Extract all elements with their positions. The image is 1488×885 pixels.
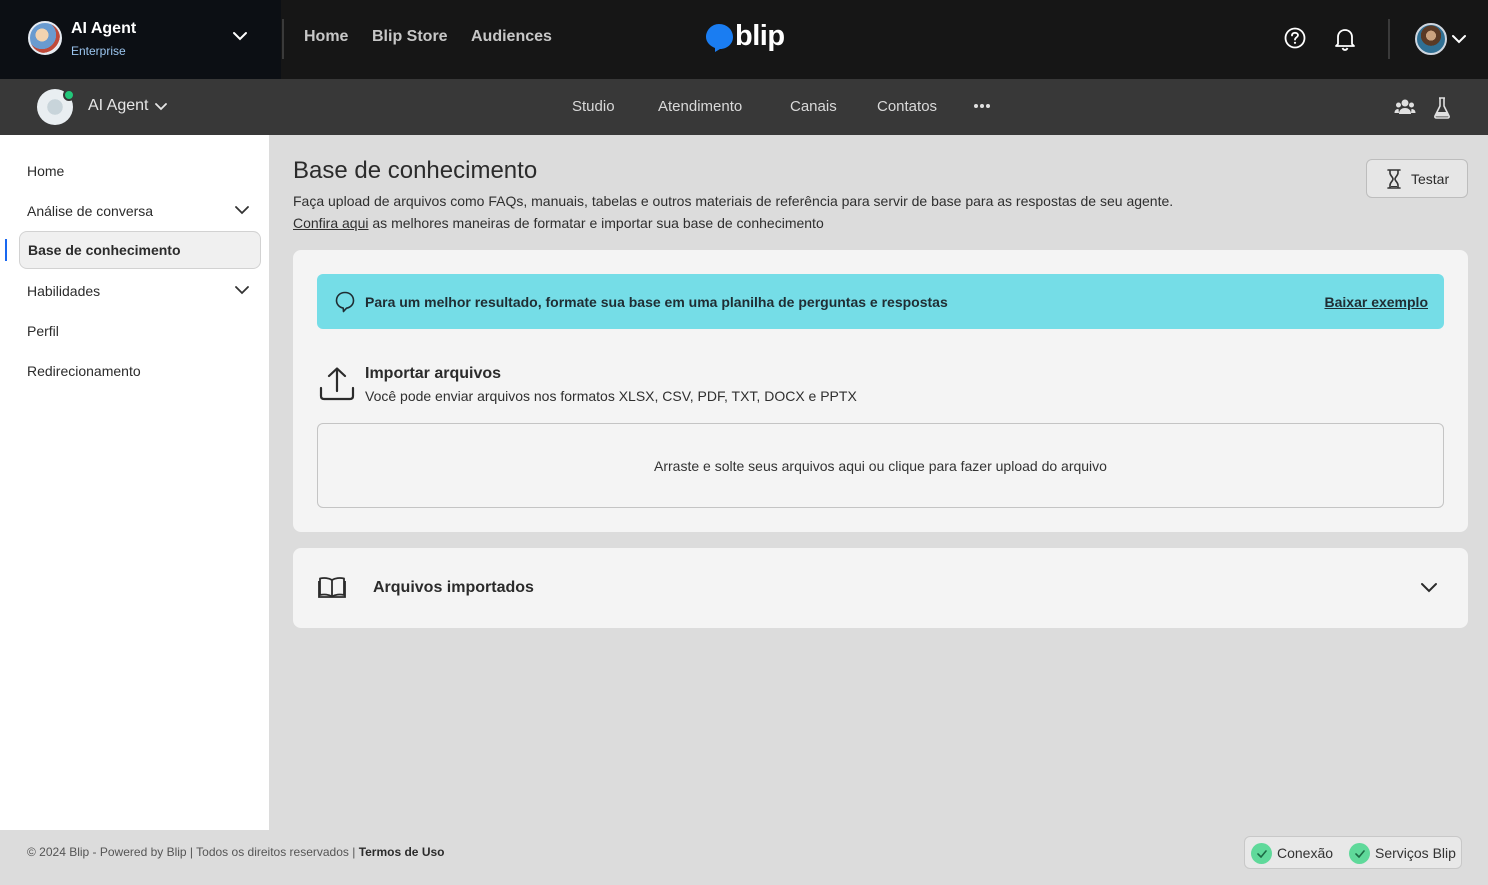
sidebar-item-label: Redirecionamento: [27, 363, 141, 379]
imported-files-accordion[interactable]: Arquivos importados: [293, 548, 1468, 628]
chevron-down-icon[interactable]: [155, 102, 167, 112]
sidebar-item-label: Base de conhecimento: [28, 242, 181, 258]
help-line-text: as melhores maneiras de formatar e impor…: [368, 215, 824, 231]
footer-copyright: © 2024 Blip - Powered by Blip | Todos os…: [27, 845, 445, 859]
sidebar-item-label: Home: [27, 163, 65, 179]
knowledge-upload-card: Para um melhor resultado, formate sua ba…: [293, 250, 1468, 532]
chevron-down-icon[interactable]: [1420, 580, 1438, 594]
nav-home[interactable]: Home: [304, 28, 348, 46]
page-description: Faça upload de arquivos como FAQs, manua…: [293, 193, 1174, 209]
top-bar: AI Agent Enterprise Home Blip Store Audi…: [0, 0, 1488, 79]
check-icon: [1349, 843, 1370, 864]
status-servicos-blip: Serviços Blip: [1375, 845, 1456, 861]
nav-blip-store[interactable]: Blip Store: [372, 28, 448, 46]
chevron-down-icon[interactable]: [232, 28, 248, 44]
nav-canais[interactable]: Canais: [790, 98, 837, 115]
help-icon[interactable]: [1284, 27, 1306, 49]
active-indicator: [5, 239, 7, 261]
chevron-down-icon[interactable]: [235, 205, 249, 215]
tip-banner: Para um melhor resultado, formate sua ba…: [317, 274, 1444, 329]
dropzone-text: Arraste e solte seus arquivos aqui ou cl…: [654, 457, 1107, 474]
check-icon: [1251, 843, 1272, 864]
test-button[interactable]: Testar: [1366, 159, 1468, 198]
sidebar: Home Análise de conversa Base de conheci…: [0, 135, 269, 830]
nav-contatos[interactable]: Contatos: [877, 98, 937, 115]
chat-bubble-icon: [335, 291, 355, 313]
sidebar-item-home[interactable]: Home: [19, 152, 261, 190]
divider: [1388, 19, 1390, 59]
page-title: Base de conhecimento: [293, 157, 538, 184]
service-status: Conexão Serviços Blip: [1244, 836, 1462, 869]
org-switcher[interactable]: AI Agent Enterprise: [0, 0, 281, 79]
imported-files-title: Arquivos importados: [373, 579, 534, 596]
help-link[interactable]: Confira aqui: [293, 215, 369, 231]
copyright-text: © 2024 Blip - Powered by Blip | Todos os…: [27, 845, 359, 859]
online-status-dot: [63, 89, 75, 101]
sidebar-item-perfil[interactable]: Perfil: [19, 312, 261, 350]
nav-atendimento[interactable]: Atendimento: [658, 98, 742, 115]
team-icon[interactable]: [1394, 97, 1416, 117]
file-dropzone[interactable]: Arraste e solte seus arquivos aqui ou cl…: [317, 423, 1444, 508]
bot-bar: AI Agent Studio Atendimento Canais Conta…: [0, 79, 1488, 135]
sidebar-item-habilidades[interactable]: Habilidades: [19, 272, 261, 310]
import-title: Importar arquivos: [365, 365, 502, 382]
download-example-link[interactable]: Baixar exemplo: [1325, 294, 1429, 310]
sidebar-item-label: Perfil: [27, 323, 59, 339]
divider: [282, 19, 284, 59]
org-plan: Enterprise: [71, 44, 126, 58]
chevron-down-icon[interactable]: [235, 285, 249, 295]
org-name: AI Agent: [71, 20, 137, 37]
tip-text: Para um melhor resultado, formate sua ba…: [365, 294, 948, 310]
nav-audiences[interactable]: Audiences: [471, 28, 552, 46]
blip-logo-icon: [706, 24, 733, 52]
flask-icon[interactable]: [1434, 97, 1450, 119]
bell-icon[interactable]: [1334, 27, 1356, 51]
upload-icon: [319, 367, 355, 401]
sidebar-item-redirecionamento[interactable]: Redirecionamento: [19, 352, 261, 390]
sidebar-item-analise-de-conversa[interactable]: Análise de conversa: [19, 192, 261, 230]
help-line: Confira aqui as melhores maneiras de for…: [293, 215, 824, 231]
book-icon: [318, 577, 346, 598]
chevron-down-icon[interactable]: [1452, 33, 1466, 45]
more-options-icon[interactable]: [973, 103, 991, 109]
import-subtitle: Você pode enviar arquivos nos formatos X…: [365, 388, 857, 404]
sidebar-item-base-de-conhecimento[interactable]: Base de conhecimento: [19, 231, 261, 269]
org-avatar: [28, 21, 62, 55]
user-avatar[interactable]: [1415, 23, 1447, 55]
nav-studio[interactable]: Studio: [572, 98, 615, 115]
status-conexao: Conexão: [1277, 845, 1334, 861]
test-button-label: Testar: [1411, 170, 1450, 187]
bot-name[interactable]: AI Agent: [88, 97, 149, 115]
terms-link[interactable]: Termos de Uso: [359, 845, 445, 859]
logo-text: blip: [735, 20, 785, 52]
sidebar-item-label: Habilidades: [27, 283, 101, 299]
sidebar-item-label: Análise de conversa: [27, 203, 154, 219]
flask-icon: [1387, 168, 1401, 189]
